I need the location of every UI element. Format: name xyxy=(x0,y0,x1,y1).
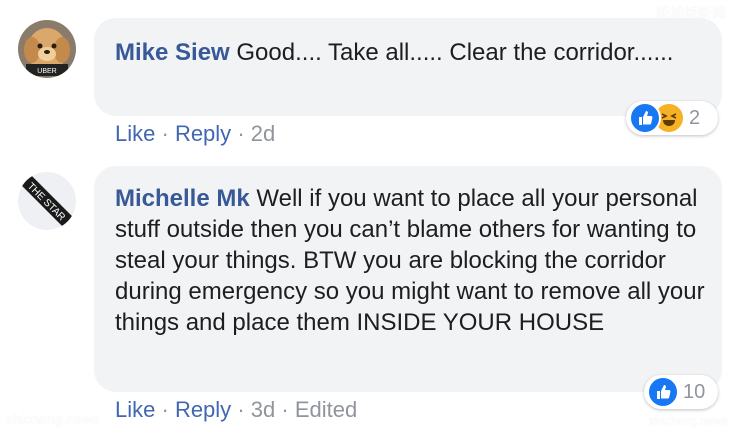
comment-author[interactable]: Michelle Mk xyxy=(115,185,250,212)
reaction-count: 2 xyxy=(689,106,701,129)
separator: · xyxy=(237,397,245,422)
like-icon xyxy=(629,102,661,134)
watermark-top: 新加坡新闻 xyxy=(656,5,726,21)
watermark-bottom-right: shicheng.news xyxy=(648,414,728,428)
avatar[interactable]: UBER xyxy=(18,20,76,78)
timestamp[interactable]: 2d xyxy=(251,121,275,146)
reaction-count: 10 xyxy=(683,380,706,403)
the-star-avatar-image: THE STAR xyxy=(18,172,76,230)
reply-link[interactable]: Reply xyxy=(175,397,231,422)
comment-actions: Like · Reply · 2d xyxy=(115,121,275,147)
avatar[interactable]: THE STAR xyxy=(18,172,76,230)
watermark-bottom-left: shicheng.news xyxy=(6,411,99,427)
comments-thread: UBER Mike Siew Good.... Take all..... Cl… xyxy=(0,0,740,432)
reply-link[interactable]: Reply xyxy=(175,121,231,146)
timestamp[interactable]: 3d xyxy=(251,397,275,422)
comment-author[interactable]: Mike Siew xyxy=(115,39,230,66)
like-link[interactable]: Like xyxy=(115,397,155,422)
separator: · xyxy=(161,397,169,422)
reactions-summary[interactable]: 2 xyxy=(626,101,718,135)
comment-bubble: Mike Siew Good.... Take all..... Clear t… xyxy=(94,18,722,116)
edited-label[interactable]: Edited xyxy=(295,397,357,422)
comment-text: Good.... Take all..... Clear the corrido… xyxy=(236,39,674,66)
like-icon xyxy=(647,376,679,408)
separator: · xyxy=(161,121,169,146)
comment-bubble: Michelle Mk Well if you want to place al… xyxy=(94,166,722,392)
like-link[interactable]: Like xyxy=(115,121,155,146)
separator: · xyxy=(281,397,289,422)
separator: · xyxy=(237,121,245,146)
uber-badge-text: UBER xyxy=(37,68,56,75)
dog-avatar-image: UBER xyxy=(18,20,76,78)
comment-actions: Like · Reply · 3d · Edited xyxy=(115,397,357,423)
reactions-summary[interactable]: 10 xyxy=(644,375,718,409)
